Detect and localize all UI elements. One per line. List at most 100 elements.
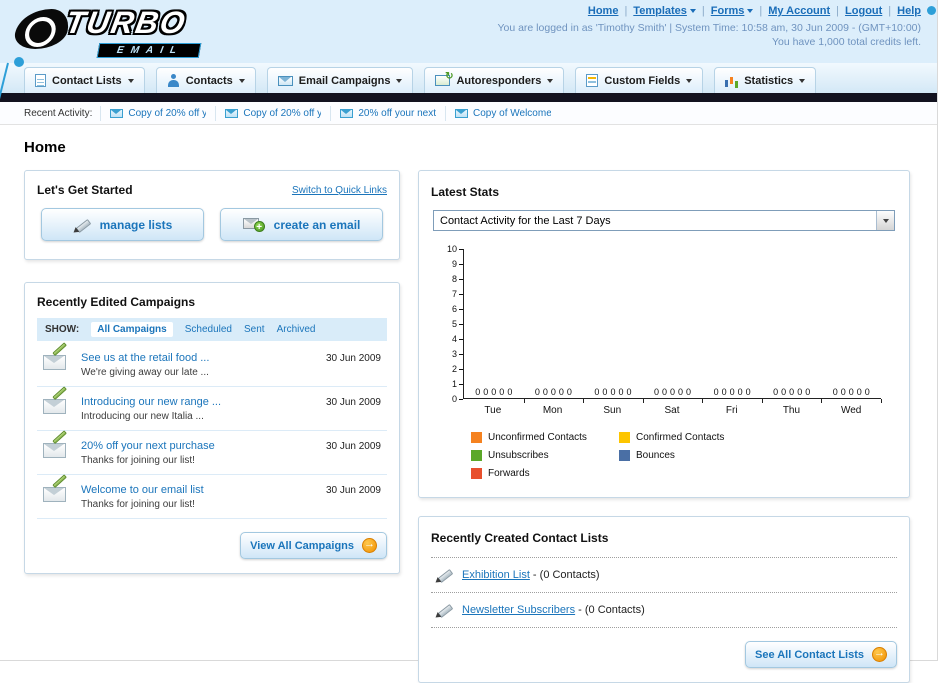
recent-activity-item[interactable]: Copy of 20% off yo <box>100 105 215 121</box>
legend-swatch <box>471 432 482 443</box>
chart-ytick-label: 3 <box>452 349 463 359</box>
campaigns-panel: Recently Edited Campaigns SHOW: All Camp… <box>24 282 400 574</box>
top-link-my-account[interactable]: My Account <box>768 5 830 17</box>
chart-value-label: 0 <box>840 387 846 397</box>
see-all-contact-lists-button[interactable]: See All Contact Lists <box>744 641 897 668</box>
legend-item: Bounces <box>619 450 767 461</box>
chevron-down-icon <box>799 78 806 83</box>
tab-custom-fields[interactable]: Custom Fields <box>575 67 704 93</box>
chart-value-label: 0 <box>491 387 497 397</box>
tab-autoresponders[interactable]: Autoresponders <box>424 67 565 93</box>
legend-swatch <box>471 450 482 461</box>
chart-value-label: 0 <box>662 387 668 397</box>
nav-divider-bar <box>0 93 937 102</box>
chart-ytick-label: 4 <box>452 334 463 344</box>
tab-statistics[interactable]: Statistics <box>714 67 817 93</box>
filter-archived[interactable]: Archived <box>277 324 316 335</box>
tab-email-campaigns[interactable]: Email Campaigns <box>266 67 414 93</box>
chart-value-label: 0 <box>789 387 795 397</box>
header: TURBO EMAIL Home Templates Forms My Acco… <box>0 0 937 103</box>
contact-lists-panel: Recently Created Contact Lists Exhibitio… <box>418 516 910 683</box>
top-link-templates[interactable]: Templates <box>633 5 696 17</box>
corner-dot-icon <box>927 6 936 15</box>
chevron-down-icon <box>686 78 693 83</box>
stats-period-select[interactable]: Contact Activity for the Last 7 Days <box>433 210 895 231</box>
tab-label: Contact Lists <box>52 74 122 87</box>
filter-sent[interactable]: Sent <box>244 324 265 335</box>
arrow-right-icon <box>872 647 887 662</box>
chart-bar-group: 00000 <box>702 249 763 403</box>
legend-item: Unsubscribes <box>471 450 619 461</box>
chart-groups: 00000000000000000000000000000000000 <box>463 249 882 403</box>
header-right: Home Templates Forms My Account Logout H… <box>497 5 921 48</box>
legend-label: Bounces <box>636 450 675 461</box>
legend-item: Confirmed Contacts <box>619 432 767 443</box>
logo-swirl-icon <box>11 9 73 49</box>
contact-list-link[interactable]: Newsletter Subscribers <box>462 604 575 616</box>
chart-value-label: 0 <box>558 387 564 397</box>
chart-value-label: 0 <box>781 387 787 397</box>
chart-value-label: 0 <box>542 387 548 397</box>
top-links: Home Templates Forms My Account Logout H… <box>497 5 921 17</box>
manage-lists-button[interactable]: manage lists <box>41 208 204 241</box>
tab-contacts[interactable]: Contacts <box>155 67 256 93</box>
chart-x-label: Fri <box>725 405 738 416</box>
turbo-email-logo[interactable]: TURBO EMAIL <box>10 3 280 67</box>
tab-label: Email Campaigns <box>298 74 391 87</box>
chart-value-label: 0 <box>832 387 838 397</box>
chart-x-labels: Tue Mon Sun Sat Fri Thu Wed <box>463 399 881 416</box>
chart-y-axis: 0 1 2 3 4 5 6 7 8 9 10 <box>437 244 463 404</box>
get-started-title: Let's Get Started <box>37 183 133 197</box>
chart-ytick-label: 9 <box>452 259 463 269</box>
chart-ytick-label: 1 <box>452 379 463 389</box>
campaign-row: See us at the retail food ... We're givi… <box>37 342 387 387</box>
chart-value-label: 0 <box>864 387 870 397</box>
chart-value-label: 0 <box>848 387 854 397</box>
view-all-campaigns-button[interactable]: View All Campaigns <box>240 532 387 559</box>
top-link-home[interactable]: Home <box>588 5 619 17</box>
top-link-help[interactable]: Help <box>897 5 921 17</box>
top-link-forms[interactable]: Forms <box>711 5 754 17</box>
campaign-title-link[interactable]: 20% off your next purchase <box>81 440 316 452</box>
chart-value-label: 0 <box>721 387 727 397</box>
recent-activity-item[interactable]: Copy of Welcome to <box>445 105 560 121</box>
chart-value-label: 0 <box>856 387 862 397</box>
chevron-down-icon <box>547 78 554 83</box>
envelope-pencil-icon <box>43 474 71 504</box>
tab-label: Custom Fields <box>604 74 681 87</box>
campaign-row: 20% off your next purchase Thanks for jo… <box>37 430 387 475</box>
campaign-title-link[interactable]: See us at the retail food ... <box>81 352 316 364</box>
recent-activity-item[interactable]: Copy of 20% off yo <box>215 105 330 121</box>
top-link-logout[interactable]: Logout <box>845 5 882 17</box>
pencil-icon <box>73 217 91 233</box>
campaign-date: 30 Jun 2009 <box>325 441 381 452</box>
create-email-button[interactable]: + create an email <box>220 208 383 241</box>
latest-stats-title: Latest Stats <box>431 185 500 199</box>
chart-bar-group: 00000 <box>762 249 823 403</box>
chart-value-label: 0 <box>773 387 779 397</box>
campaign-subtitle: We're giving away our late ... <box>81 367 209 378</box>
campaign-title-link[interactable]: Welcome to our email list <box>81 484 316 496</box>
campaign-title-link[interactable]: Introducing our new range ... <box>81 396 316 408</box>
pencil-icon <box>435 602 453 618</box>
tab-contact-lists[interactable]: Contact Lists <box>24 67 145 93</box>
envelope-icon <box>225 108 239 118</box>
filter-scheduled[interactable]: Scheduled <box>185 324 232 335</box>
chart-x-label: Wed <box>840 405 862 416</box>
campaign-subtitle: Introducing our new Italia ... <box>81 411 204 422</box>
contact-list-link[interactable]: Exhibition List <box>462 569 530 581</box>
recent-activity-item[interactable]: 20% off your next <box>330 105 445 121</box>
chart-value-label: 0 <box>507 387 513 397</box>
chart-value-label: 0 <box>805 387 811 397</box>
login-info: You are logged in as 'Timothy Smith' | S… <box>497 22 921 34</box>
chart-ytick-label: 2 <box>452 364 463 374</box>
chart-value-label: 0 <box>610 387 616 397</box>
campaigns-filter-bar: SHOW: All Campaigns Scheduled Sent Archi… <box>37 318 387 341</box>
select-dropdown-arrow[interactable] <box>876 211 894 230</box>
app-window: TURBO EMAIL Home Templates Forms My Acco… <box>0 0 938 683</box>
chart-value-label: 0 <box>745 387 751 397</box>
campaign-date: 30 Jun 2009 <box>325 485 381 496</box>
filter-all-campaigns[interactable]: All Campaigns <box>91 322 173 337</box>
chart-value-label: 0 <box>670 387 676 397</box>
switch-to-quick-links[interactable]: Switch to Quick Links <box>292 185 387 196</box>
